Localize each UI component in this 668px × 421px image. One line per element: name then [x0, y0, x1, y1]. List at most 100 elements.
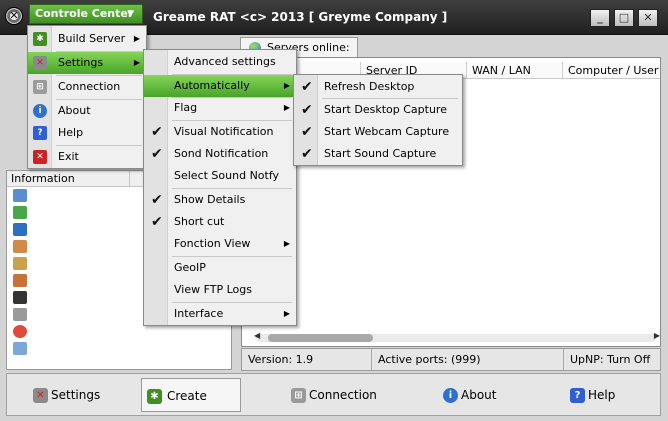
menu-item-connection[interactable]: ⊞ Connection [28, 76, 146, 98]
menu-item-label: Settings [58, 56, 104, 69]
tools-icon: ✕ [33, 388, 48, 403]
menu-item-interface[interactable]: Interface ▶ [144, 303, 296, 325]
menu-item-show-details[interactable]: ✔ Show Details [144, 189, 296, 211]
menu-item-label: Start Webcam Capture [324, 125, 450, 138]
window-title: Greame RAT <c> 2013 [ Greyme Company ] [153, 10, 448, 24]
submenu-arrow-icon: ▶ [133, 58, 140, 67]
menu-item-label: Show Details [174, 193, 246, 206]
tab-strip: Servers online: 0 [240, 35, 660, 74]
settings-submenu: Advanced settings Automatically ▶ Flag ▶… [143, 49, 297, 326]
menu-item-start-webcam-capture[interactable]: ✔ Start Webcam Capture [294, 121, 462, 143]
automatically-submenu: ✔ Refresh Desktop ✔ Start Desktop Captur… [293, 74, 463, 166]
menu-item-automatically[interactable]: Automatically ▶ [144, 75, 296, 97]
menu-item-flag[interactable]: Flag ▶ [144, 97, 296, 119]
status-bar: Version: 1.9 Active ports: (999) UpNP: T… [241, 348, 661, 371]
menu-item-label: Flag [174, 101, 198, 114]
menu-item-label: Build Server [58, 32, 126, 45]
menu-item-build-server[interactable]: ✱ Build Server ▶ [28, 28, 146, 50]
settings-button[interactable]: ✕ Settings [11, 378, 131, 412]
menu-item-label: Short cut [174, 215, 225, 228]
menu-item-label: Start Sound Capture [324, 147, 437, 160]
info-icon: i [33, 104, 47, 118]
exit-icon: ✕ [33, 150, 47, 164]
menu-item-refresh-desktop[interactable]: ✔ Refresh Desktop [294, 76, 462, 98]
checkmark-icon: ✔ [301, 124, 313, 140]
submenu-arrow-icon: ▶ [283, 81, 290, 90]
drive-icon [13, 308, 27, 321]
checkmark-icon: ✔ [151, 146, 163, 162]
info-icon: i [443, 388, 458, 403]
create-server-label: Create server [167, 389, 207, 403]
menu-item-label: Automatically [174, 79, 250, 92]
menu-item-short-cut[interactable]: ✔ Short cut [144, 211, 296, 233]
menu-item-about[interactable]: i About [28, 100, 146, 122]
help-button[interactable]: ? Help [548, 378, 638, 412]
submenu-arrow-icon: ▶ [133, 34, 140, 43]
cpu-icon [13, 291, 27, 304]
help-icon: ? [570, 388, 585, 403]
menu-item-label: Visual Notification [174, 125, 274, 138]
firewall-icon [13, 274, 27, 287]
ports-status: Active ports: (999) [372, 349, 564, 370]
upnp-status: UpNP: Turn Off [570, 353, 651, 366]
controle-center-button[interactable]: Controle Center ▼ [29, 4, 143, 24]
scroll-left-icon[interactable]: ◀ [254, 331, 260, 340]
about-button[interactable]: i About [421, 378, 521, 412]
column-computer-user[interactable]: Computer / User [562, 62, 660, 79]
submenu-arrow-icon: ▶ [283, 103, 290, 112]
menu-item-label: Refresh Desktop [324, 80, 415, 93]
controle-center-label: Controle Center [35, 7, 134, 20]
menu-item-label: Select Sound Notfy [174, 169, 280, 182]
menu-item-exit[interactable]: ✕ Exit [28, 146, 146, 168]
header-divider [129, 171, 130, 187]
close-button[interactable]: ✕ [638, 9, 658, 27]
information-title: Information [11, 172, 75, 185]
controle-center-menu: ✱ Build Server ▶ ✕ Settings ▶ ⊞ Connecti… [27, 25, 147, 169]
checkmark-icon: ✔ [301, 79, 313, 95]
bug-icon: ✱ [147, 389, 162, 404]
checkmark-icon: ✔ [151, 214, 163, 230]
menu-item-label: GeoIP [174, 261, 206, 274]
menu-item-label: Interface [174, 307, 224, 320]
checkmark-icon: ✔ [151, 192, 163, 208]
menu-item-start-sound-capture[interactable]: ✔ Start Sound Capture [294, 143, 462, 165]
app-logo-icon[interactable]: ✕ [5, 7, 23, 25]
maximize-button[interactable]: □ [614, 9, 634, 27]
bug-icon: ✱ [33, 32, 47, 46]
menu-item-help[interactable]: ? Help [28, 122, 146, 144]
menu-item-select-sound-notfy[interactable]: Select Sound Notfy [144, 165, 296, 187]
network-icon: ⊞ [33, 80, 47, 94]
menu-item-label: Exit [58, 150, 79, 163]
users-icon [13, 206, 27, 219]
column-wan-lan[interactable]: WAN / LAN [466, 62, 562, 79]
menu-item-label: Help [58, 126, 84, 139]
settings-label: Settings [51, 388, 101, 402]
menu-item-label: View FTP Logs [174, 283, 252, 296]
horizontal-scrollbar[interactable]: ◀ ▶ [254, 331, 660, 343]
connection-button[interactable]: ⊞ Connection [269, 378, 389, 412]
menu-item-geoip[interactable]: GeoIP [144, 257, 296, 279]
menu-item-sond-notification[interactable]: ✔ Sond Notification [144, 143, 296, 165]
menu-item-advanced-settings[interactable]: Advanced settings [144, 51, 296, 73]
submenu-arrow-icon: ▶ [283, 309, 290, 318]
computer-icon [13, 189, 27, 202]
menu-item-view-ftp-logs[interactable]: View FTP Logs [144, 279, 296, 301]
menu-item-visual-notification[interactable]: ✔ Visual Notification [144, 121, 296, 143]
menu-item-settings[interactable]: ✕ Settings ▶ [28, 52, 146, 74]
menu-item-start-desktop-capture[interactable]: ✔ Start Desktop Capture [294, 99, 462, 121]
version-status: Version: 1.9 [242, 349, 372, 370]
warning-icon [13, 325, 27, 338]
network-icon: ⊞ [291, 388, 306, 403]
menu-item-label: Connection [58, 80, 121, 93]
menu-item-label: Sond Notification [174, 147, 269, 160]
menu-item-fonction-view[interactable]: Fonction View ▶ [144, 233, 296, 255]
create-server-button[interactable]: ✱ Create server [141, 378, 241, 412]
checkmark-icon: ✔ [301, 102, 313, 118]
scroll-right-icon[interactable]: ▶ [654, 331, 660, 340]
minimize-button[interactable]: _ [590, 9, 610, 27]
chevron-down-icon: ▼ [127, 9, 134, 19]
connection-label: Connection [309, 388, 377, 402]
scroll-thumb[interactable] [268, 334, 373, 342]
help-label: Help [588, 388, 616, 402]
tools-icon: ✕ [33, 56, 47, 70]
